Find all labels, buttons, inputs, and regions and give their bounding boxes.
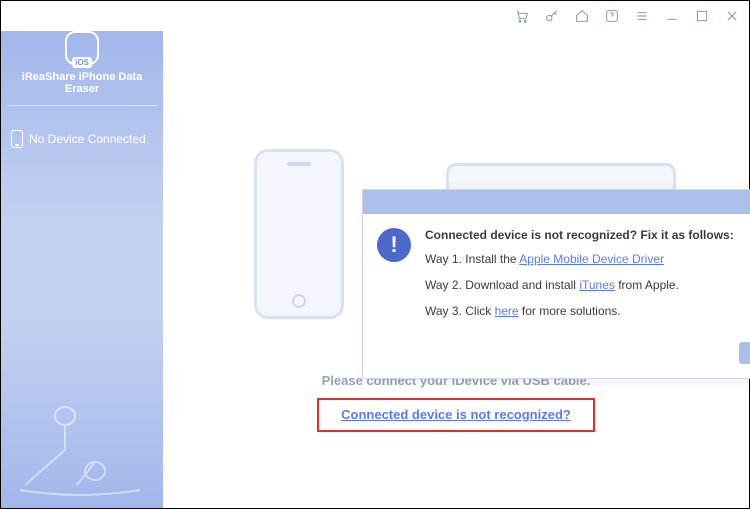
close-icon[interactable] [723, 7, 741, 25]
dialog-way-1: Way 1. Install the Apple Mobile Device D… [425, 250, 734, 268]
dialog-content: Connected device is not recognized? Fix … [425, 228, 734, 328]
alert-icon: ! [377, 228, 411, 262]
dialog-heading: Connected device is not recognized? Fix … [425, 228, 734, 242]
device-status: No Device Connected [1, 116, 163, 162]
brand: iReaShare iPhone Data Eraser [1, 31, 163, 116]
sidebar-decoration [15, 390, 145, 500]
ok-button[interactable]: OK [739, 342, 750, 364]
not-recognized-link[interactable]: Connected device is not recognized? [341, 407, 571, 422]
dialog-body: ! Connected device is not recognized? Fi… [363, 214, 750, 336]
cart-icon[interactable] [513, 7, 531, 25]
itunes-link[interactable]: iTunes [579, 278, 615, 292]
maximize-icon[interactable] [693, 7, 711, 25]
sidebar: iReaShare iPhone Data Eraser No Device C… [1, 31, 163, 508]
prompt-link-highlight: Connected device is not recognized? [317, 398, 595, 432]
minimize-icon[interactable] [663, 7, 681, 25]
way2-prefix: Way 2. Download and install [425, 278, 579, 292]
main-area: Please connect your iDevice via USB cabl… [163, 31, 749, 508]
fix-dialog: ✕ ! Connected device is not recognized? … [362, 189, 750, 379]
dialog-way-3: Way 3. Click here for more solutions. [425, 302, 734, 320]
way2-suffix: from Apple. [615, 278, 679, 292]
way3-prefix: Way 3. Click [425, 304, 495, 318]
dialog-way-2: Way 2. Download and install iTunes from … [425, 276, 734, 294]
key-icon[interactable] [543, 7, 561, 25]
prompt-area: Please connect your iDevice via USB cabl… [163, 373, 749, 432]
app-layout: iReaShare iPhone Data Eraser No Device C… [1, 31, 749, 508]
way3-suffix: for more solutions. [519, 304, 621, 318]
app-logo-icon [65, 31, 99, 65]
phone-illustration [254, 149, 344, 319]
help-icon[interactable] [603, 7, 621, 25]
titlebar [1, 1, 749, 31]
home-icon[interactable] [573, 7, 591, 25]
dialog-footer: OK [363, 336, 750, 378]
dialog-header: ✕ [363, 190, 750, 214]
more-solutions-link[interactable]: here [495, 304, 519, 318]
apple-driver-link[interactable]: Apple Mobile Device Driver [519, 252, 664, 266]
menu-icon[interactable] [633, 7, 651, 25]
device-status-text: No Device Connected [29, 132, 146, 146]
way1-prefix: Way 1. Install the [425, 252, 519, 266]
app-title: iReaShare iPhone Data Eraser [7, 71, 157, 106]
phone-icon [11, 130, 23, 148]
